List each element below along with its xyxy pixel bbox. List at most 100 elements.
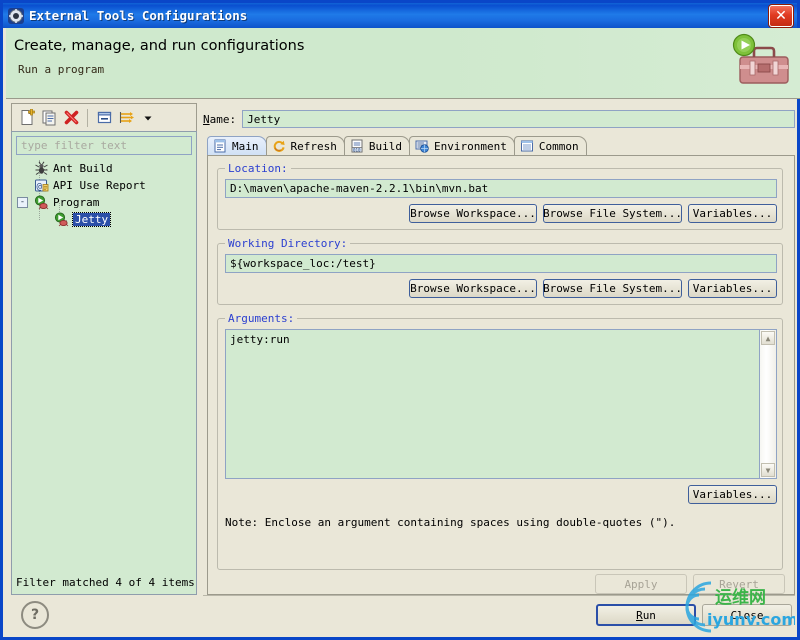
tab-common[interactable]: Common <box>513 136 587 156</box>
tree-item-program[interactable]: - Program <box>12 194 196 211</box>
name-input-value: Jetty <box>247 112 281 126</box>
environment-tab-icon <box>415 139 430 154</box>
program-icon <box>54 211 70 228</box>
tab-main[interactable]: Main <box>207 136 267 156</box>
main-tab-panel: Location: D:\maven\apache-maven-2.2.1\bi… <box>207 155 795 595</box>
filter-status-text: Filter matched 4 of 4 items <box>16 576 195 589</box>
arguments-group: Arguments: jetty:run ▲ ▼ Variables... No… <box>217 312 783 570</box>
scroll-down-arrow-icon[interactable]: ▼ <box>761 463 775 477</box>
run-button[interactable]: Run <box>596 604 696 626</box>
ant-icon <box>34 161 50 177</box>
svg-text:@: @ <box>37 182 43 192</box>
arguments-group-title: Arguments: <box>225 312 298 325</box>
main-tab-icon <box>213 139 228 154</box>
tab-label: Main <box>232 140 259 153</box>
page-title: Create, manage, and run configurations <box>14 38 305 54</box>
location-variables-button[interactable]: Variables... <box>688 204 777 223</box>
working-directory-variables-button[interactable]: Variables... <box>688 279 777 298</box>
dialog-header-banner: Create, manage, and run configurations R… <box>6 28 800 99</box>
close-button[interactable]: Close <box>702 604 792 626</box>
tree-item-api-use-report[interactable]: @ API Use Report <box>12 177 196 194</box>
new-configuration-button[interactable] <box>16 107 38 129</box>
name-row: Name: Jetty <box>203 109 795 129</box>
configurations-toolbar <box>11 103 197 131</box>
revert-button[interactable]: Revert <box>693 574 785 594</box>
toolbox-with-green-run-arrow-icon <box>730 31 792 93</box>
tree-item-label: API Use Report <box>53 179 146 192</box>
location-input[interactable]: D:\maven\apache-maven-2.2.1\bin\mvn.bat <box>225 179 777 198</box>
button-label: Variables... <box>692 207 773 220</box>
location-group: Location: D:\maven\apache-maven-2.2.1\bi… <box>217 162 783 230</box>
filter-placeholder-text: type filter text <box>21 139 127 152</box>
working-directory-browse-file-system-button[interactable]: Browse File System... <box>543 279 682 298</box>
page-subtitle: Run a program <box>18 63 105 76</box>
delete-configuration-button[interactable] <box>60 107 82 129</box>
button-label: Browse Workspace... <box>410 282 536 295</box>
arguments-textarea-value: jetty:run <box>230 333 290 346</box>
chevron-down-icon[interactable] <box>137 107 159 129</box>
button-label: Variables... <box>692 488 773 501</box>
working-directory-group-title: Working Directory: <box>225 237 351 250</box>
arguments-variables-button[interactable]: Variables... <box>688 485 777 504</box>
button-label: Revert <box>719 577 759 591</box>
configurations-tree: Ant Build @ API Use Report - Program Jet… <box>12 160 196 228</box>
arguments-note: Note: Enclose an argument containing spa… <box>225 516 676 529</box>
tab-label: Environment <box>433 140 507 153</box>
arguments-textarea[interactable]: jetty:run ▲ ▼ <box>225 329 777 479</box>
button-label: Run <box>636 608 656 622</box>
button-label: Browse File System... <box>542 207 683 220</box>
build-tab-icon: 010 <box>350 139 365 154</box>
window-close-button[interactable]: ✕ <box>769 4 793 27</box>
button-label: Variables... <box>692 282 773 295</box>
duplicate-configuration-button[interactable] <box>38 107 60 129</box>
common-tab-icon <box>520 139 535 154</box>
program-icon <box>34 194 50 211</box>
tree-expander-program[interactable]: - <box>17 197 28 208</box>
button-label: Browse File System... <box>542 282 683 295</box>
name-input[interactable]: Jetty <box>242 110 795 128</box>
location-input-value: D:\maven\apache-maven-2.2.1\bin\mvn.bat <box>230 182 489 195</box>
tab-label: Build <box>368 140 402 153</box>
button-label: Apply <box>624 577 658 591</box>
name-label: Name: <box>203 112 237 126</box>
external-tools-configurations-dialog: External Tools Configurations ✕ Create, … <box>0 0 800 640</box>
tab-label: Common <box>538 140 579 153</box>
tree-item-jetty[interactable]: Jetty <box>12 203 196 228</box>
configuration-editor-panel: Name: Jetty Main Refresh 010 Build Envir… <box>203 103 795 595</box>
tree-item-label: Jetty <box>71 212 112 227</box>
tab-refresh[interactable]: Refresh <box>265 136 345 156</box>
apply-button[interactable]: Apply <box>595 574 687 594</box>
tab-label: Refresh <box>290 140 337 153</box>
working-directory-browse-workspace-button[interactable]: Browse Workspace... <box>409 279 537 298</box>
location-browse-file-system-button[interactable]: Browse File System... <box>543 204 682 223</box>
working-directory-group: Working Directory: ${workspace_loc:/test… <box>217 237 783 305</box>
tab-environment[interactable]: Environment <box>408 136 515 156</box>
tree-expander-glyph: - <box>19 197 26 207</box>
window-title: External Tools Configurations <box>29 8 248 23</box>
filter-button[interactable] <box>115 107 137 129</box>
filter-input[interactable]: type filter text <box>16 136 192 155</box>
scroll-up-arrow-icon[interactable]: ▲ <box>761 331 775 345</box>
title-bar: External Tools Configurations ✕ <box>3 3 797 28</box>
configurations-tree-panel: type filter text Ant Build @ API Use Rep… <box>11 131 197 595</box>
toolbar-separator <box>87 108 88 127</box>
location-browse-workspace-button[interactable]: Browse Workspace... <box>409 204 537 223</box>
button-label: Browse Workspace... <box>410 207 536 220</box>
question-mark-icon: ? <box>30 607 40 623</box>
location-group-title: Location: <box>225 162 291 175</box>
tree-item-ant-build[interactable]: Ant Build <box>12 160 196 177</box>
close-icon: ✕ <box>775 7 787 24</box>
refresh-tab-icon <box>272 139 287 154</box>
api-use-report-icon: @ <box>34 178 50 194</box>
button-label: Close <box>730 608 764 622</box>
gear-icon <box>8 7 24 24</box>
tab-strip: Main Refresh 010 Build Environment Commo… <box>207 135 795 156</box>
svg-text:010: 010 <box>353 147 361 152</box>
help-button[interactable]: ? <box>21 601 49 629</box>
arguments-vertical-scrollbar[interactable]: ▲ ▼ <box>759 330 776 478</box>
tab-build[interactable]: 010 Build <box>343 136 410 156</box>
working-directory-input-value: ${workspace_loc:/test} <box>230 257 376 270</box>
footer-separator <box>203 595 795 596</box>
working-directory-input[interactable]: ${workspace_loc:/test} <box>225 254 777 273</box>
collapse-all-button[interactable] <box>93 107 115 129</box>
